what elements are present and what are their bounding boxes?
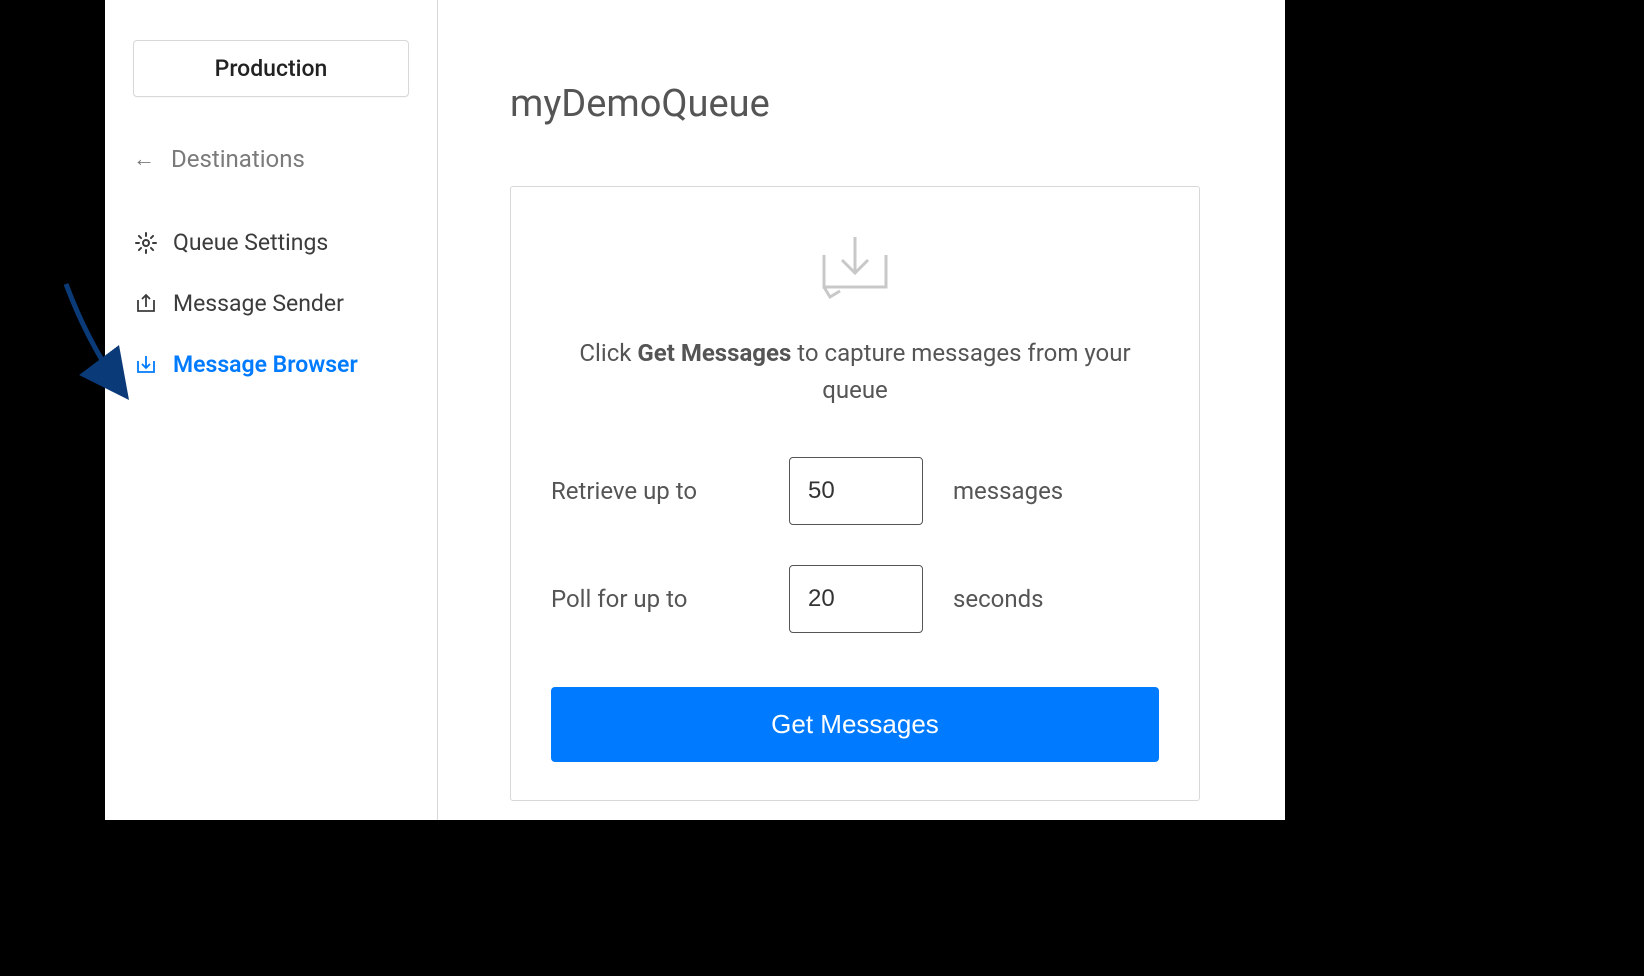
main-content: myDemoQueue Click Get Messages to captur…: [438, 0, 1285, 820]
instruction-bold: Get Messages: [637, 339, 791, 367]
inbox-large-icon: [551, 233, 1159, 307]
instruction-pre: Click: [579, 339, 637, 367]
retrieve-row: Retrieve up to messages: [551, 457, 1159, 525]
poll-seconds-input[interactable]: [789, 565, 923, 633]
environment-selector[interactable]: Production: [133, 40, 409, 97]
instruction-post: to capture messages from your queue: [791, 339, 1130, 404]
sidebar-item-message-sender[interactable]: Message Sender: [105, 290, 437, 317]
back-label: Destinations: [171, 145, 305, 173]
outbox-icon: [133, 291, 159, 317]
arrow-left-icon: ←: [133, 146, 155, 172]
retrieve-suffix: messages: [953, 477, 1063, 505]
sidebar-item-label: Queue Settings: [173, 229, 328, 256]
inbox-icon: [133, 352, 159, 378]
instruction-text: Click Get Messages to capture messages f…: [551, 335, 1159, 409]
sidebar-item-label: Message Browser: [173, 351, 358, 378]
back-to-destinations[interactable]: ← Destinations: [105, 145, 437, 173]
sidebar: Production ← Destinations Queue Settings: [105, 0, 438, 820]
retrieve-count-input[interactable]: [789, 457, 923, 525]
sidebar-item-label: Message Sender: [173, 290, 344, 317]
poll-suffix: seconds: [953, 585, 1044, 613]
get-messages-button[interactable]: Get Messages: [551, 687, 1159, 762]
sidebar-item-queue-settings[interactable]: Queue Settings: [105, 229, 437, 256]
sidebar-item-message-browser[interactable]: Message Browser: [105, 351, 437, 378]
page-title: myDemoQueue: [510, 82, 1249, 126]
retrieve-label: Retrieve up to: [551, 477, 789, 505]
poll-label: Poll for up to: [551, 585, 789, 613]
message-browser-card: Click Get Messages to capture messages f…: [510, 186, 1200, 801]
poll-row: Poll for up to seconds: [551, 565, 1159, 633]
app-window: Production ← Destinations Queue Settings: [105, 0, 1285, 820]
gear-icon: [133, 230, 159, 256]
